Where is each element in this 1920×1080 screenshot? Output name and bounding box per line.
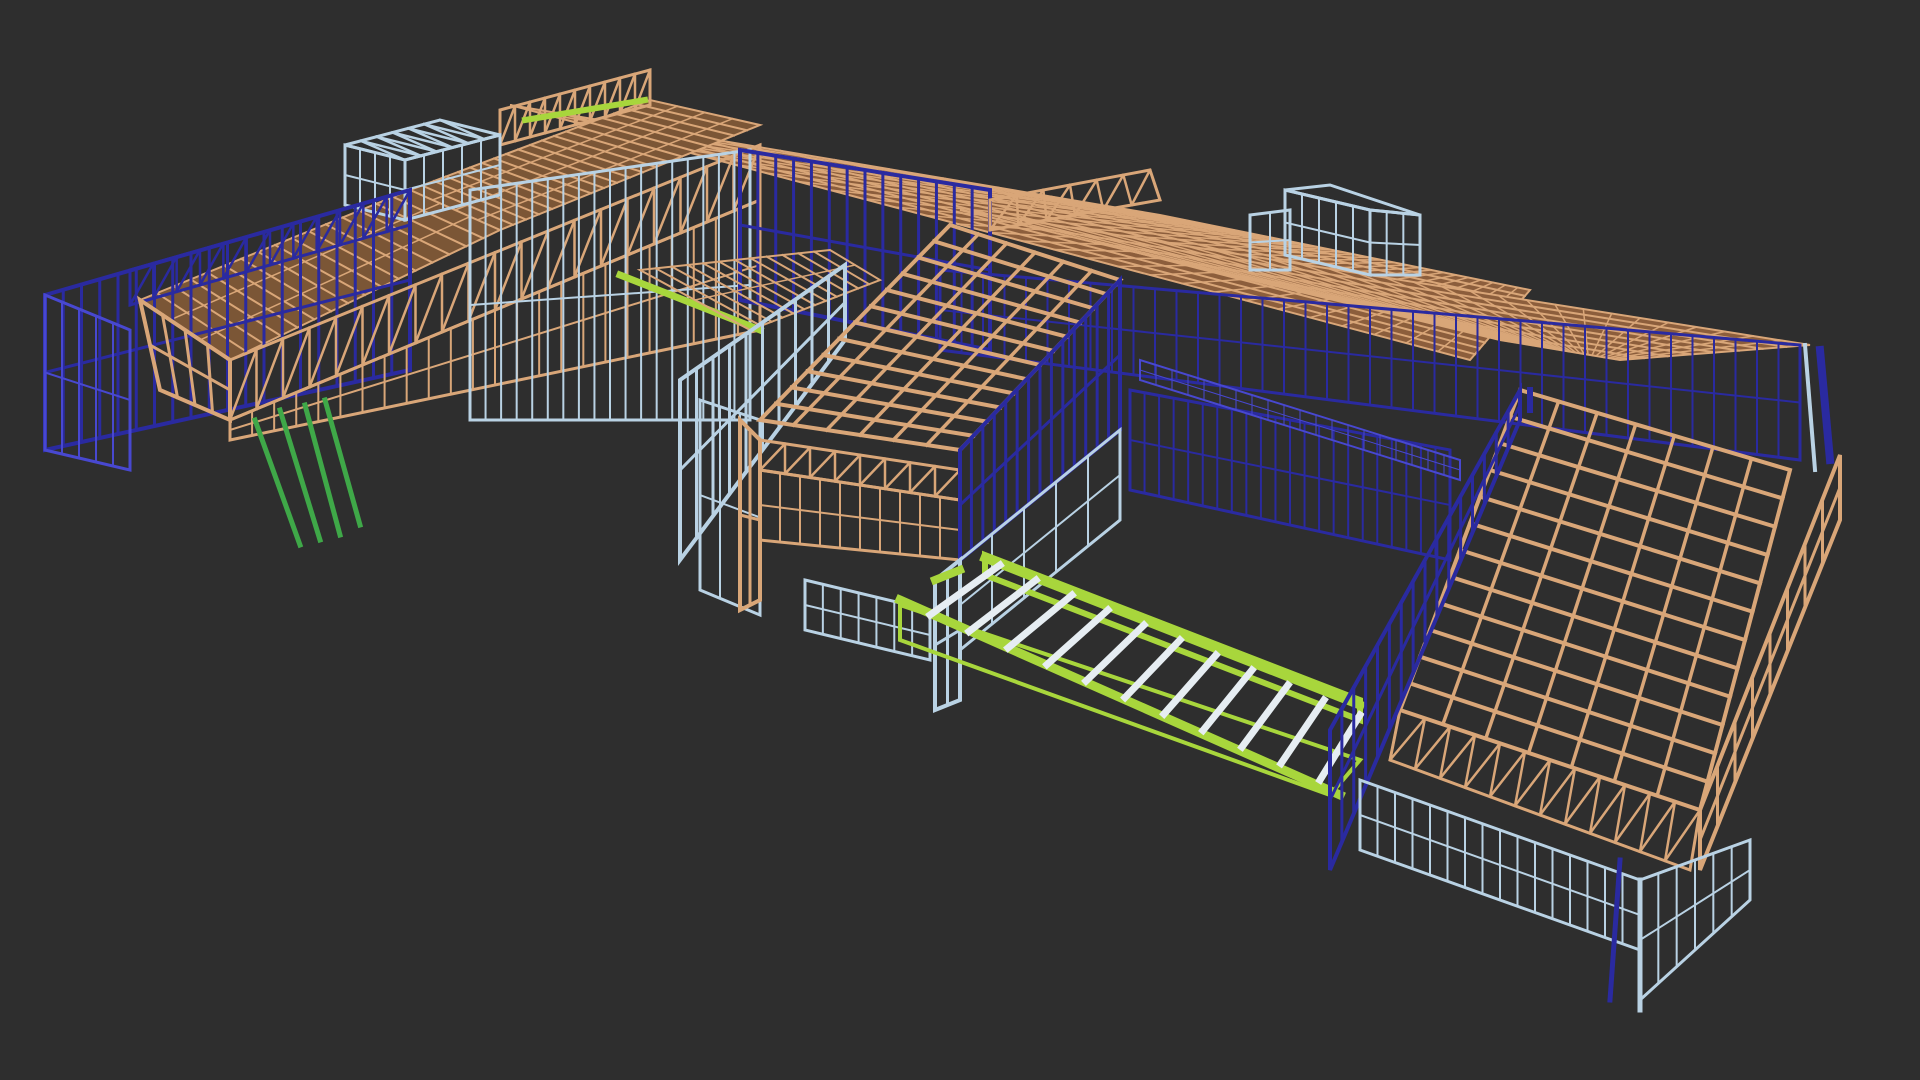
3d-model-viewport[interactable] — [0, 0, 1920, 1080]
framing-model-canvas[interactable] — [0, 0, 1920, 1080]
